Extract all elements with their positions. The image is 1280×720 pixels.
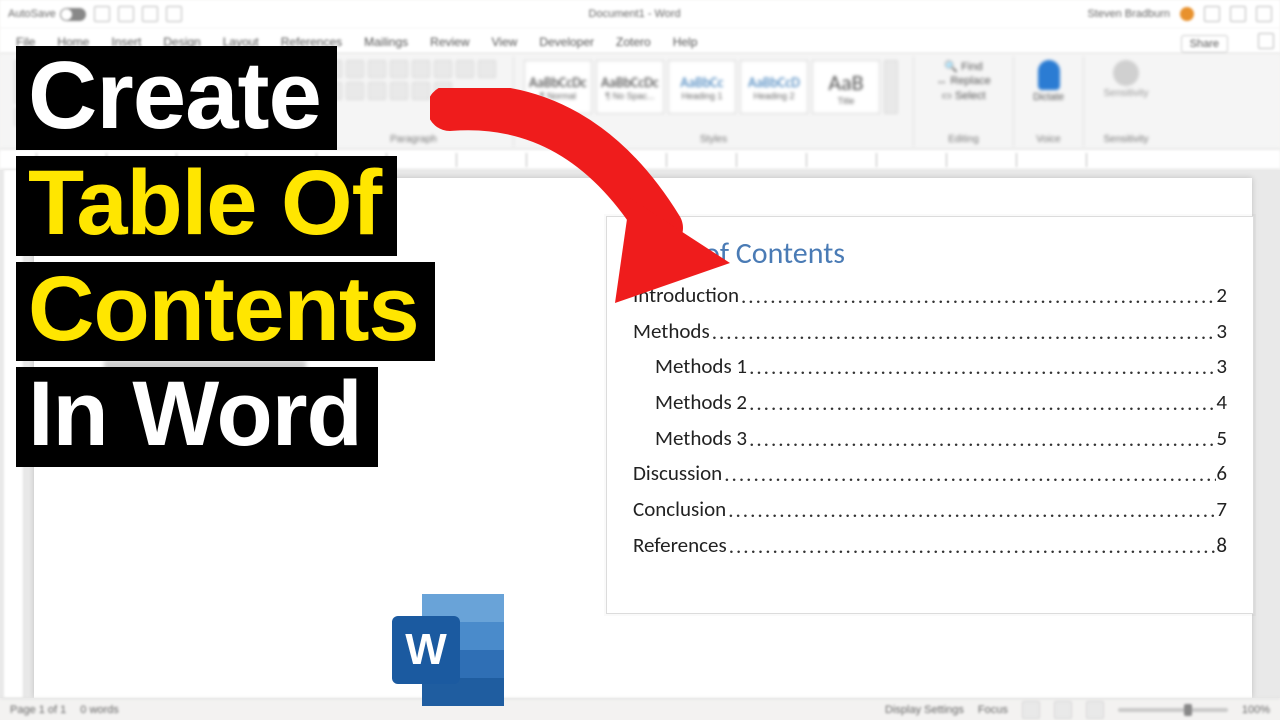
microphone-icon[interactable]: [1038, 60, 1060, 90]
styles-more-button[interactable]: [884, 60, 898, 114]
word-icon-letter: W: [405, 625, 447, 675]
toc-entry-text: Methods 1: [655, 349, 747, 385]
toc-leader: [722, 457, 1216, 493]
toc-entry-page: 6: [1216, 456, 1227, 492]
view-web-icon[interactable]: [1086, 701, 1104, 719]
switch-icon[interactable]: [60, 8, 86, 21]
find-button[interactable]: 🔍 Find: [944, 60, 982, 73]
toc-entry-text: Introduction: [633, 278, 739, 314]
status-display-settings[interactable]: Display Settings: [885, 704, 964, 716]
toc-entry[interactable]: Discussion 6: [633, 456, 1227, 492]
titlebar: AutoSave Document1 - Word Steven Bradbur…: [0, 0, 1280, 28]
toc-leader: [727, 529, 1217, 565]
toc-heading: Table of Contents: [633, 235, 1227, 272]
toc-entry-text: Methods: [633, 314, 710, 350]
toc-entry-page: 2: [1216, 278, 1227, 314]
select-button[interactable]: ▭ Select: [941, 89, 985, 102]
view-read-icon[interactable]: [1022, 701, 1040, 719]
toc-entry-page: 8: [1216, 528, 1227, 564]
toc-entry[interactable]: Methods 2 4: [633, 385, 1227, 421]
overlay-line-3: Contents: [16, 262, 435, 362]
toc-entry[interactable]: Introduction 2: [633, 278, 1227, 314]
status-words[interactable]: 0 words: [80, 704, 119, 716]
tab-view[interactable]: View: [492, 31, 518, 53]
toc-leader: [739, 279, 1216, 315]
thumbnail-overlay: Create Table Of Contents In Word: [16, 46, 435, 473]
sort-button[interactable]: [434, 60, 452, 78]
group-editing: 🔍 Find ↔ Replace ▭ Select Editing: [914, 56, 1014, 147]
group-sensitivity: Sensitivity Sensitivity: [1084, 56, 1168, 147]
toc-entry-page: 5: [1216, 421, 1227, 457]
style-normal[interactable]: AaBbCcDc ¶ Normal: [524, 60, 592, 114]
toc-entry-text: Methods 2: [655, 385, 747, 421]
toc-panel: Table of Contents Introduction 2 Methods…: [606, 216, 1254, 614]
show-marks-button[interactable]: [456, 60, 474, 78]
toc-leader: [747, 386, 1216, 422]
view-print-icon[interactable]: [1054, 701, 1072, 719]
qat-save-icon[interactable]: [94, 6, 110, 22]
autosave-toggle[interactable]: AutoSave: [8, 8, 86, 21]
sensitivity-button[interactable]: Sensitivity: [1103, 88, 1148, 99]
window-maximize-icon[interactable]: [1230, 6, 1246, 22]
replace-button[interactable]: ↔ Replace: [936, 75, 990, 87]
window-minimize-icon[interactable]: [1204, 6, 1220, 22]
overlay-line-2: Table Of: [16, 156, 397, 256]
qat-new-icon[interactable]: [166, 6, 182, 22]
toc-entry-text: Methods 3: [655, 421, 747, 457]
status-zoom[interactable]: 100%: [1242, 704, 1270, 716]
toc-entry[interactable]: Conclusion 7: [633, 492, 1227, 528]
autosave-label: AutoSave: [8, 8, 56, 20]
toc-leader: [747, 350, 1216, 386]
window-close-icon[interactable]: [1256, 6, 1272, 22]
sensitivity-icon[interactable]: [1113, 60, 1139, 86]
tab-zotero[interactable]: Zotero: [616, 31, 651, 53]
style-no-spacing[interactable]: AaBbCcDc ¶ No Spac...: [596, 60, 664, 114]
toc-entry[interactable]: References 8: [633, 528, 1227, 564]
toc-entry[interactable]: Methods 1 3: [633, 349, 1227, 385]
user-name[interactable]: Steven Bradburn: [1087, 8, 1170, 20]
comments-icon[interactable]: [1258, 33, 1274, 49]
toc-entry-text: Conclusion: [633, 492, 726, 528]
document-title: Document1 - Word: [182, 8, 1088, 20]
tab-review[interactable]: Review: [430, 31, 469, 53]
style-heading1[interactable]: AaBbCc Heading 1: [668, 60, 736, 114]
borders-button[interactable]: [434, 82, 452, 100]
style-title[interactable]: AaB Title: [812, 60, 880, 114]
toc-leader: [747, 422, 1216, 458]
qat-undo-icon[interactable]: [118, 6, 134, 22]
toc-entry-page: 4: [1216, 385, 1227, 421]
toc-leader: [710, 315, 1217, 351]
group-styles: AaBbCcDc ¶ Normal AaBbCcDc ¶ No Spac... …: [514, 56, 914, 147]
toc-entry[interactable]: Methods 3: [633, 314, 1227, 350]
word-app-icon: W: [392, 594, 504, 706]
status-page[interactable]: Page 1 of 1: [10, 704, 66, 716]
qat-redo-icon[interactable]: [142, 6, 158, 22]
statusbar: Page 1 of 1 0 words Display Settings Foc…: [0, 698, 1280, 720]
tab-help[interactable]: Help: [673, 31, 698, 53]
style-heading2[interactable]: AaBbCcD Heading 2: [740, 60, 808, 114]
overlay-line-1: Create: [16, 46, 337, 150]
zoom-slider[interactable]: [1118, 708, 1228, 712]
group-voice: Dictate Voice: [1014, 56, 1084, 147]
toc-leader: [726, 493, 1216, 529]
toc-entry[interactable]: Methods 3 5: [633, 421, 1227, 457]
toc-entry-text: References: [633, 528, 727, 564]
tab-developer[interactable]: Developer: [539, 31, 594, 53]
toc-entry-page: 3: [1216, 349, 1227, 385]
align-left-button[interactable]: [478, 60, 496, 78]
toc-entry-page: 3: [1216, 314, 1227, 350]
toc-entry-page: 7: [1216, 492, 1227, 528]
overlay-line-4: In Word: [16, 367, 378, 467]
dictate-button[interactable]: Dictate: [1033, 92, 1064, 103]
share-button[interactable]: Share: [1181, 35, 1228, 53]
toc-entry-text: Discussion: [633, 456, 722, 492]
avatar[interactable]: [1180, 7, 1194, 21]
status-focus[interactable]: Focus: [978, 704, 1008, 716]
